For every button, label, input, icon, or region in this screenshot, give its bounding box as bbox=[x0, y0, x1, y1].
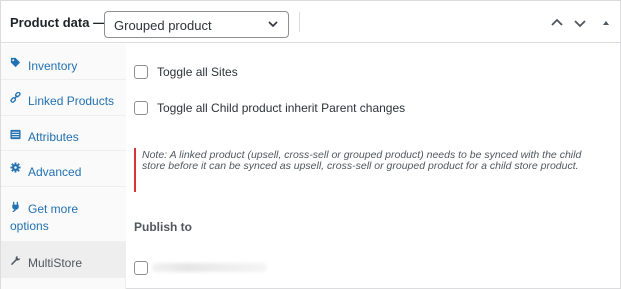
toggle-panel-icon[interactable] bbox=[598, 15, 614, 31]
redacted-site-name bbox=[152, 263, 267, 272]
sync-note: Note: A linked product (upsell, cross-se… bbox=[134, 148, 604, 192]
tab-get-more-options-label: Get more options bbox=[10, 202, 79, 233]
move-up-icon[interactable] bbox=[549, 15, 565, 31]
tab-linked-products-label: Linked Products bbox=[28, 94, 115, 108]
multistore-panel: Toggle all Sites Toggle all Child produc… bbox=[127, 44, 620, 289]
product-data-header: Product data — Grouped product bbox=[1, 1, 620, 43]
toggle-all-child-label[interactable]: Toggle all Child product inherit Parent … bbox=[157, 101, 405, 115]
chevron-down-icon bbox=[268, 21, 278, 28]
tab-linked-products[interactable]: Linked Products bbox=[1, 80, 126, 116]
list-icon bbox=[10, 129, 21, 140]
toggle-all-sites-checkbox[interactable] bbox=[134, 65, 148, 79]
move-down-icon[interactable] bbox=[572, 15, 588, 31]
product-type-value: Grouped product bbox=[114, 18, 212, 33]
product-type-select[interactable]: Grouped product bbox=[104, 11, 289, 38]
product-data-tabs: Inventory Linked Products Attributes Adv… bbox=[1, 44, 126, 289]
product-data-panel: Product data — Grouped product Inventory bbox=[0, 0, 621, 289]
sync-note-text: Note: A linked product (upsell, cross-se… bbox=[142, 149, 582, 172]
link-icon bbox=[10, 92, 21, 103]
gear-icon bbox=[10, 162, 21, 173]
tag-icon bbox=[10, 57, 21, 68]
toggle-all-sites-label[interactable]: Toggle all Sites bbox=[157, 65, 238, 79]
tab-attributes-label: Attributes bbox=[28, 130, 79, 144]
tab-inventory-label: Inventory bbox=[28, 59, 78, 73]
tab-multistore-label: MultiStore bbox=[28, 256, 83, 270]
toggle-all-child-row: Toggle all Child product inherit Parent … bbox=[134, 100, 534, 116]
publish-site-checkbox[interactable] bbox=[134, 261, 148, 275]
tab-advanced-label: Advanced bbox=[28, 165, 82, 179]
tab-get-more-options[interactable]: Get more options bbox=[1, 187, 126, 242]
toggle-all-sites-row: Toggle all Sites bbox=[134, 64, 434, 80]
toggle-all-child-checkbox[interactable] bbox=[134, 101, 148, 115]
tab-inventory[interactable]: Inventory bbox=[1, 44, 126, 80]
tab-advanced[interactable]: Advanced bbox=[1, 151, 126, 187]
product-data-title: Product data — bbox=[10, 15, 107, 30]
wrench-icon bbox=[10, 255, 21, 266]
header-divider bbox=[299, 12, 300, 32]
tab-multistore[interactable]: MultiStore bbox=[1, 242, 126, 278]
tab-attributes[interactable]: Attributes bbox=[1, 116, 126, 151]
publish-to-title: Publish to bbox=[134, 220, 192, 234]
